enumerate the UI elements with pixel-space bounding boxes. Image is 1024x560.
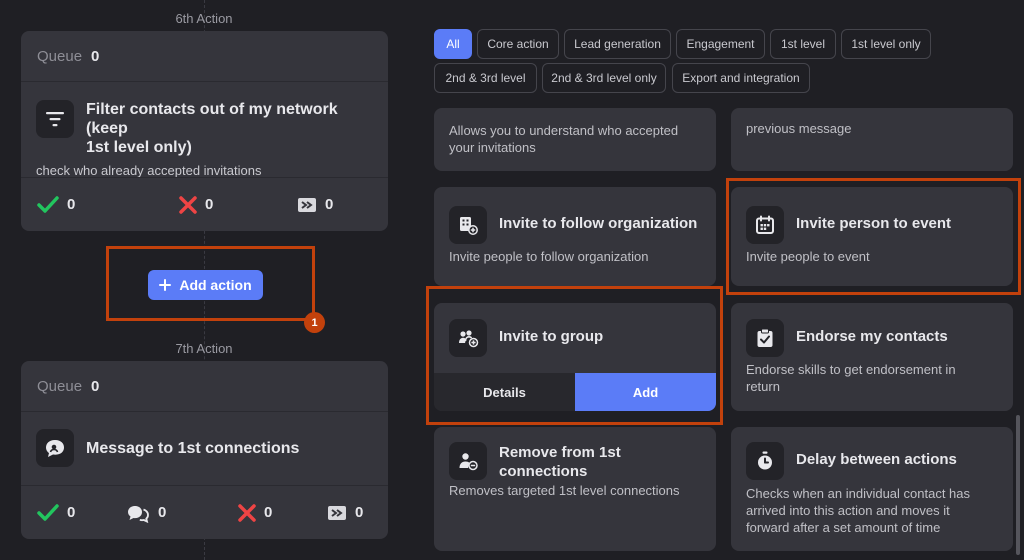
tile-description: Removes targeted 1st level connections [449,483,680,498]
step-label-7th: 7th Action [175,341,233,356]
tile-title: Remove from 1st connections [499,444,621,480]
action-tile-partial-left[interactable]: Allows you to understand who accepted yo… [434,108,716,171]
tile-description: Checks when an individual contact has ar… [746,486,971,535]
action-tile-partial-right[interactable]: previous message [731,108,1013,171]
calendar-icon [746,206,784,244]
stats-row: 0 0 0 [21,177,388,231]
filter-chip-lead-generation[interactable]: Lead generation [564,29,671,59]
plus-icon [159,279,172,291]
filter-icon [36,100,74,138]
tile-header: Invite person to event [731,187,1013,244]
stat-skipped: 0 [297,196,333,214]
action-tile-endorse-contacts[interactable]: Endorse my contacts Endorse skills to ge… [731,303,1013,411]
message-icon [36,429,74,467]
x-icon [238,503,256,522]
tile-header: Remove from 1st connections [434,427,716,481]
add-action-button[interactable]: Add action [148,270,263,300]
organization-icon [449,206,487,244]
step-label-6th: 6th Action [175,11,233,26]
queue-row: Queue 0 [21,31,388,82]
queue-row: Queue 0 [21,361,388,412]
step-badge: 1 [304,312,325,333]
action-subtitle: check who already accepted invitations [36,163,262,178]
action-card-filter-contacts[interactable]: Queue 0 Filter contacts out of my networ… [21,31,388,231]
queue-count: 0 [91,377,100,395]
action-tile-invite-to-event[interactable]: Invite person to event Invite people to … [731,187,1013,286]
filter-chip-all[interactable]: All [434,29,472,59]
tile-description: Invite people to follow organization [449,249,649,264]
stat-accepted: 0 [37,195,75,214]
action-header: Message to 1st connections [21,412,388,467]
stopwatch-icon [746,442,784,480]
tile-title: Endorse my contacts [796,328,948,345]
action-header: Filter contacts out of my network (keep … [21,82,388,157]
tile-buttons: Details Add [434,373,716,411]
tile-description: previous message [746,121,852,136]
details-button[interactable]: Details [434,373,575,411]
skip-icon [328,505,346,520]
filter-chip-2nd-3rd-level[interactable]: 2nd & 3rd level [434,63,537,93]
filter-chip-export-integration[interactable]: Export and integration [672,63,810,93]
check-icon [37,503,59,521]
queue-count: 0 [91,47,100,65]
replies-icon [128,505,149,523]
action-tile-invite-to-group[interactable]: Invite to group Details Add [434,303,716,411]
filter-chip-core-action[interactable]: Core action [477,29,559,59]
tile-header: Delay between actions [731,427,1013,480]
remove-user-icon [449,442,487,480]
stat-accepted: 0 [37,503,75,522]
action-tile-follow-organization[interactable]: Invite to follow organization Invite peo… [434,187,716,286]
queue-label: Queue [37,47,83,65]
clipboard-check-icon [746,319,784,357]
tile-title: Invite person to event [796,215,952,232]
filter-chip-2nd-3rd-level-only[interactable]: 2nd & 3rd level only [542,63,666,93]
tile-title: Delay between actions [796,451,957,468]
stat-skipped: 0 [327,504,363,522]
tile-header: Invite to group [434,303,716,357]
tile-header: Endorse my contacts [731,303,1013,357]
add-button[interactable]: Add [575,373,716,411]
stat-replied: 0 [126,503,166,523]
action-tile-delay-between-actions[interactable]: Delay between actions Checks when an ind… [731,427,1013,551]
tile-title: Invite to follow organization [499,215,698,232]
action-card-message[interactable]: Queue 0 Message to 1st connections 0 0 0… [21,361,388,539]
tile-title: Invite to group [499,328,604,345]
stats-row: 0 0 0 0 [21,485,388,539]
scrollbar-thumb[interactable] [1016,415,1020,555]
skip-icon [298,197,316,212]
tile-header: Invite to follow organization [434,187,716,244]
filter-chip-engagement[interactable]: Engagement [676,29,765,59]
tile-description: Allows you to understand who accepted yo… [449,123,679,155]
queue-label: Queue [37,377,83,395]
x-icon [179,195,197,214]
stat-rejected: 0 [179,195,213,214]
action-title: Filter contacts out of my network (keep … [86,101,338,156]
action-title: Message to 1st connections [86,439,300,457]
group-icon [449,319,487,357]
filter-chip-1st-level[interactable]: 1st level [770,29,836,59]
action-tile-remove-connections[interactable]: Remove from 1st connections Removes targ… [434,427,716,551]
tile-description: Invite people to event [746,249,870,264]
check-icon [37,195,59,213]
stat-rejected: 0 [238,503,272,522]
tile-description: Endorse skills to get endorsement in ret… [746,362,956,394]
filter-chip-1st-level-only[interactable]: 1st level only [841,29,931,59]
